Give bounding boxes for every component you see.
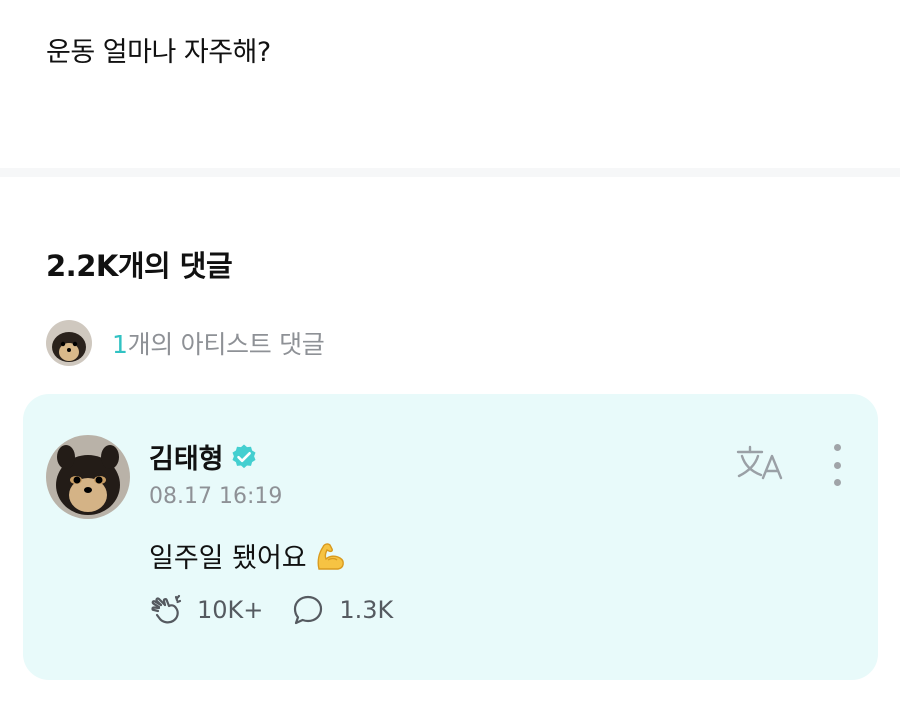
post-text: 운동 얼마나 자주해? [46,37,271,68]
artist-comment-card: 김태형 08.17 16:19 일주일 됐어요 10K+ 1.3K [23,394,878,680]
more-options-button[interactable] [825,440,849,490]
more-dot-icon [833,444,841,451]
comments-count-heading: 2.2K개의 댓글 [46,249,233,283]
author-name[interactable]: 김태형 [149,437,258,476]
verified-badge-icon [232,444,256,468]
comment-body: 일주일 됐어요 [149,536,347,575]
comment-actions: 10K+ 1.3K [149,593,393,627]
artist-comments-count: 1 [112,330,128,359]
speech-bubble-icon [294,595,323,625]
author-avatar[interactable] [46,435,130,519]
reply-count: 1.3K [339,596,394,624]
comment-timestamp: 08.17 16:19 [149,484,283,509]
artist-comments-label: 1개의 아티스트 댓글 [112,325,325,361]
section-divider [0,168,900,177]
author-name-text: 김태형 [149,444,224,475]
reply-button[interactable]: 1.3K [291,593,393,627]
translate-button[interactable] [735,442,787,486]
more-dot-icon [833,479,841,486]
like-button[interactable]: 10K+ [149,593,263,627]
translate-icon [736,445,783,480]
comment-text: 일주일 됐어요 [149,543,307,574]
cheer-hand-icon [151,594,182,624]
artist-comments-filter[interactable]: 1개의 아티스트 댓글 [46,318,325,368]
flexed-biceps-emoji-icon [317,542,344,570]
artist-comments-text: 개의 아티스트 댓글 [127,330,325,359]
like-count: 10K+ [197,596,264,624]
artist-avatar [46,320,92,366]
more-dot-icon [833,461,841,469]
